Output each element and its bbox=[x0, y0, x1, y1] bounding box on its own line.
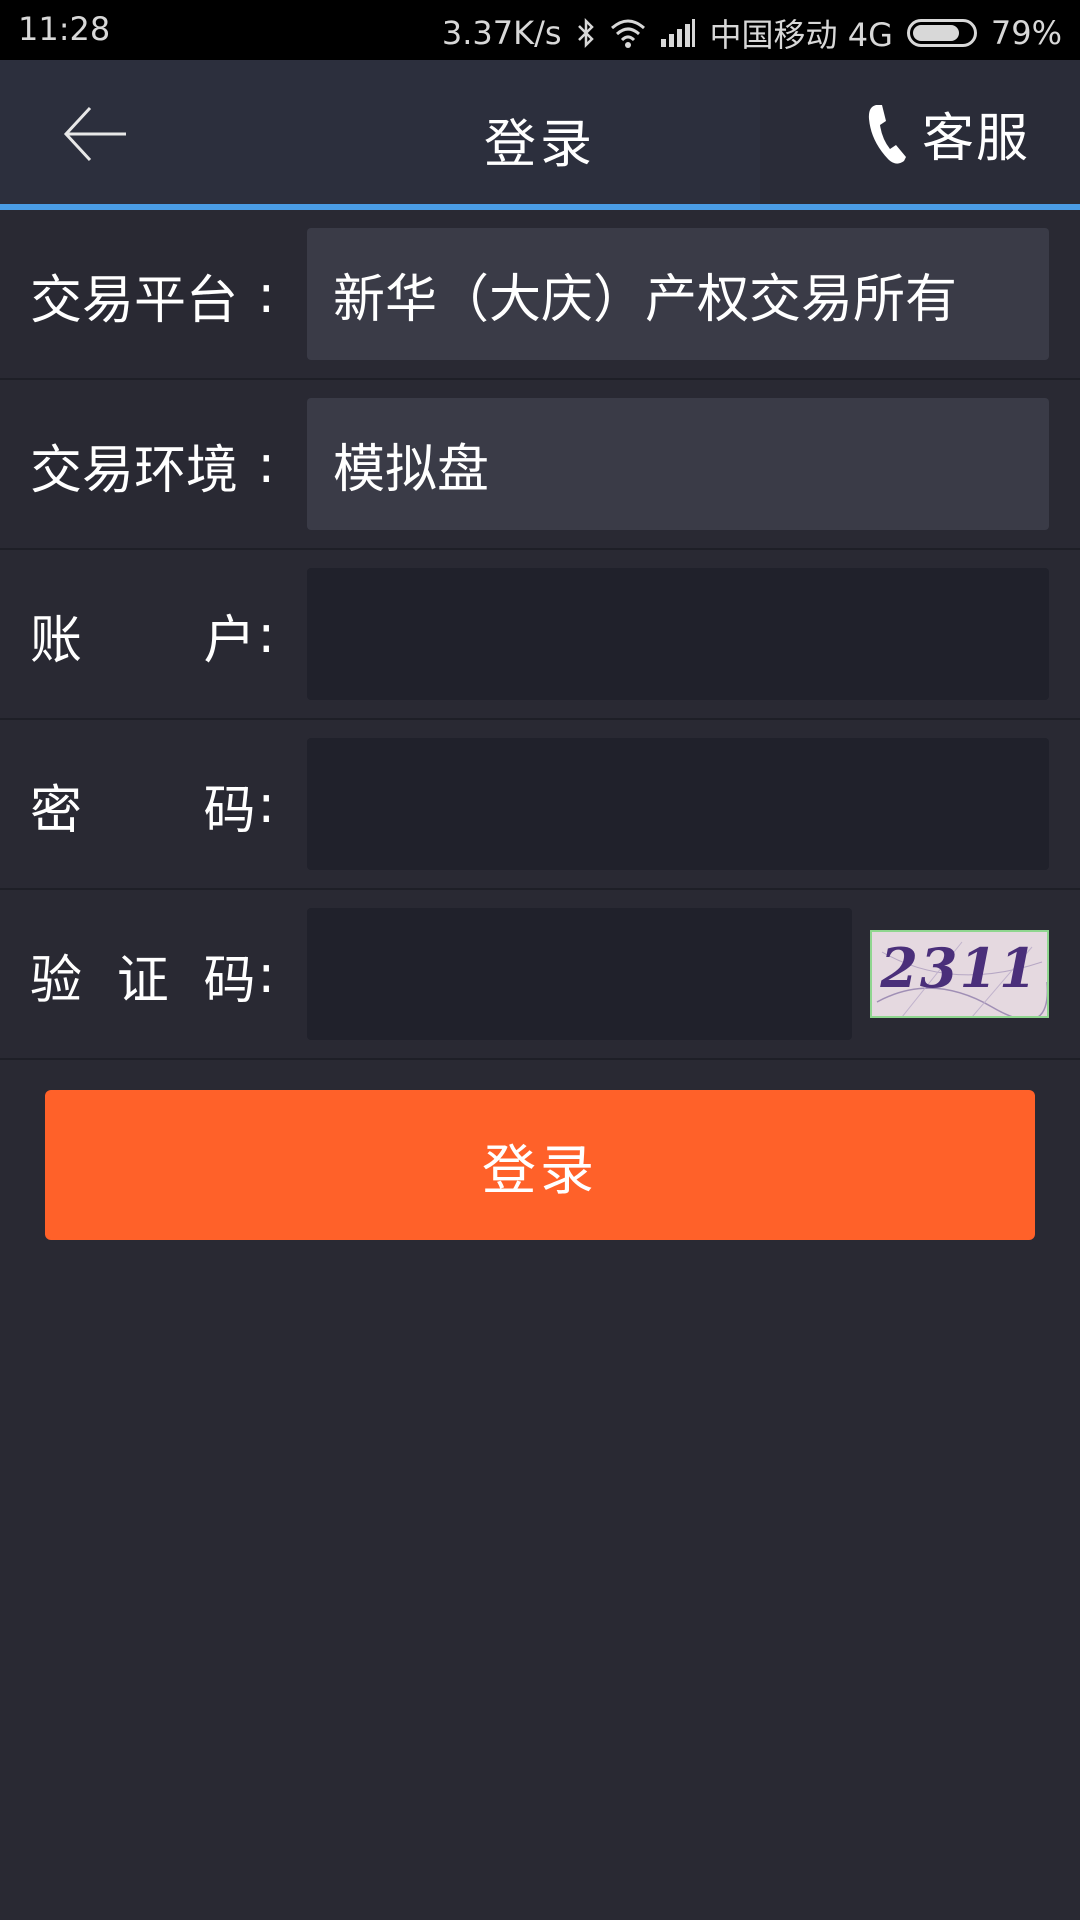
environment-row: 交易环境 : 模拟盘 bbox=[0, 380, 1080, 550]
environment-label-text: 交易环境 bbox=[30, 440, 239, 501]
platform-label-text: 交易平台 bbox=[30, 270, 239, 331]
account-label-text: 账 户 bbox=[30, 598, 255, 673]
login-form: 交易平台 : 新华（大庆）产权交易所有 交易环境 : 模拟盘 账 户 : 密 码… bbox=[0, 210, 1080, 1060]
captcha-code: 2311 bbox=[880, 936, 1039, 1000]
login-button[interactable]: 登录 bbox=[45, 1090, 1035, 1240]
captcha-label: 验 证 码 : bbox=[30, 890, 275, 1060]
phone-icon bbox=[868, 104, 906, 164]
password-row: 密 码 : bbox=[0, 720, 1080, 890]
customer-service-label: 客服 bbox=[921, 109, 1030, 169]
platform-select[interactable]: 新华（大庆）产权交易所有 bbox=[307, 228, 1049, 360]
wifi-icon bbox=[610, 18, 646, 48]
battery-percent: 79% bbox=[990, 14, 1062, 52]
account-row: 账 户 : bbox=[0, 550, 1080, 720]
captcha-label-char: 证 bbox=[116, 950, 169, 1011]
account-label: 账 户 : bbox=[30, 550, 275, 720]
customer-service-button[interactable]: 客服 bbox=[866, 96, 1030, 171]
network-speed: 3.37K/s bbox=[441, 14, 562, 52]
status-bar: 11:28 3.37K/s 中国移动 4G 79% bbox=[0, 0, 1080, 60]
password-label-char: 码 bbox=[203, 780, 256, 841]
header-bar: 登录 客服 bbox=[0, 60, 1080, 205]
environment-label: 交易环境 : bbox=[30, 380, 275, 550]
carrier-label: 中国移动 4G bbox=[709, 16, 893, 54]
battery-fill bbox=[912, 25, 959, 41]
captcha-label-char: 验 bbox=[30, 950, 83, 1011]
captcha-label-char: 码 bbox=[203, 950, 256, 1011]
environment-select[interactable]: 模拟盘 bbox=[307, 398, 1049, 530]
platform-label-colon: : bbox=[257, 265, 275, 325]
password-label-char: 密 bbox=[30, 780, 83, 841]
password-label: 密 码 : bbox=[30, 720, 275, 890]
password-label-colon: : bbox=[257, 775, 275, 835]
status-indicators: 3.37K/s 中国移动 4G 79% bbox=[442, 10, 1062, 56]
captcha-input[interactable] bbox=[307, 908, 852, 1040]
status-time: 11:28 bbox=[18, 10, 111, 48]
captcha-row: 验 证 码 : 2311 bbox=[0, 890, 1080, 1060]
password-input[interactable] bbox=[307, 738, 1049, 870]
battery-icon bbox=[906, 19, 977, 47]
platform-label: 交易平台 : bbox=[30, 210, 275, 380]
captcha-label-colon: : bbox=[257, 945, 275, 1005]
account-label-char: 户 bbox=[203, 610, 256, 671]
captcha-image[interactable]: 2311 bbox=[870, 930, 1049, 1018]
signal-icon bbox=[660, 19, 696, 47]
captcha-label-text: 验 证 码 bbox=[30, 938, 255, 1013]
bluetooth-icon bbox=[576, 17, 596, 49]
password-label-text: 密 码 bbox=[30, 768, 255, 843]
account-label-char: 账 bbox=[30, 610, 83, 671]
environment-label-colon: : bbox=[257, 435, 275, 495]
platform-row: 交易平台 : 新华（大庆）产权交易所有 bbox=[0, 210, 1080, 380]
account-input[interactable] bbox=[307, 568, 1049, 700]
account-label-colon: : bbox=[257, 605, 275, 665]
